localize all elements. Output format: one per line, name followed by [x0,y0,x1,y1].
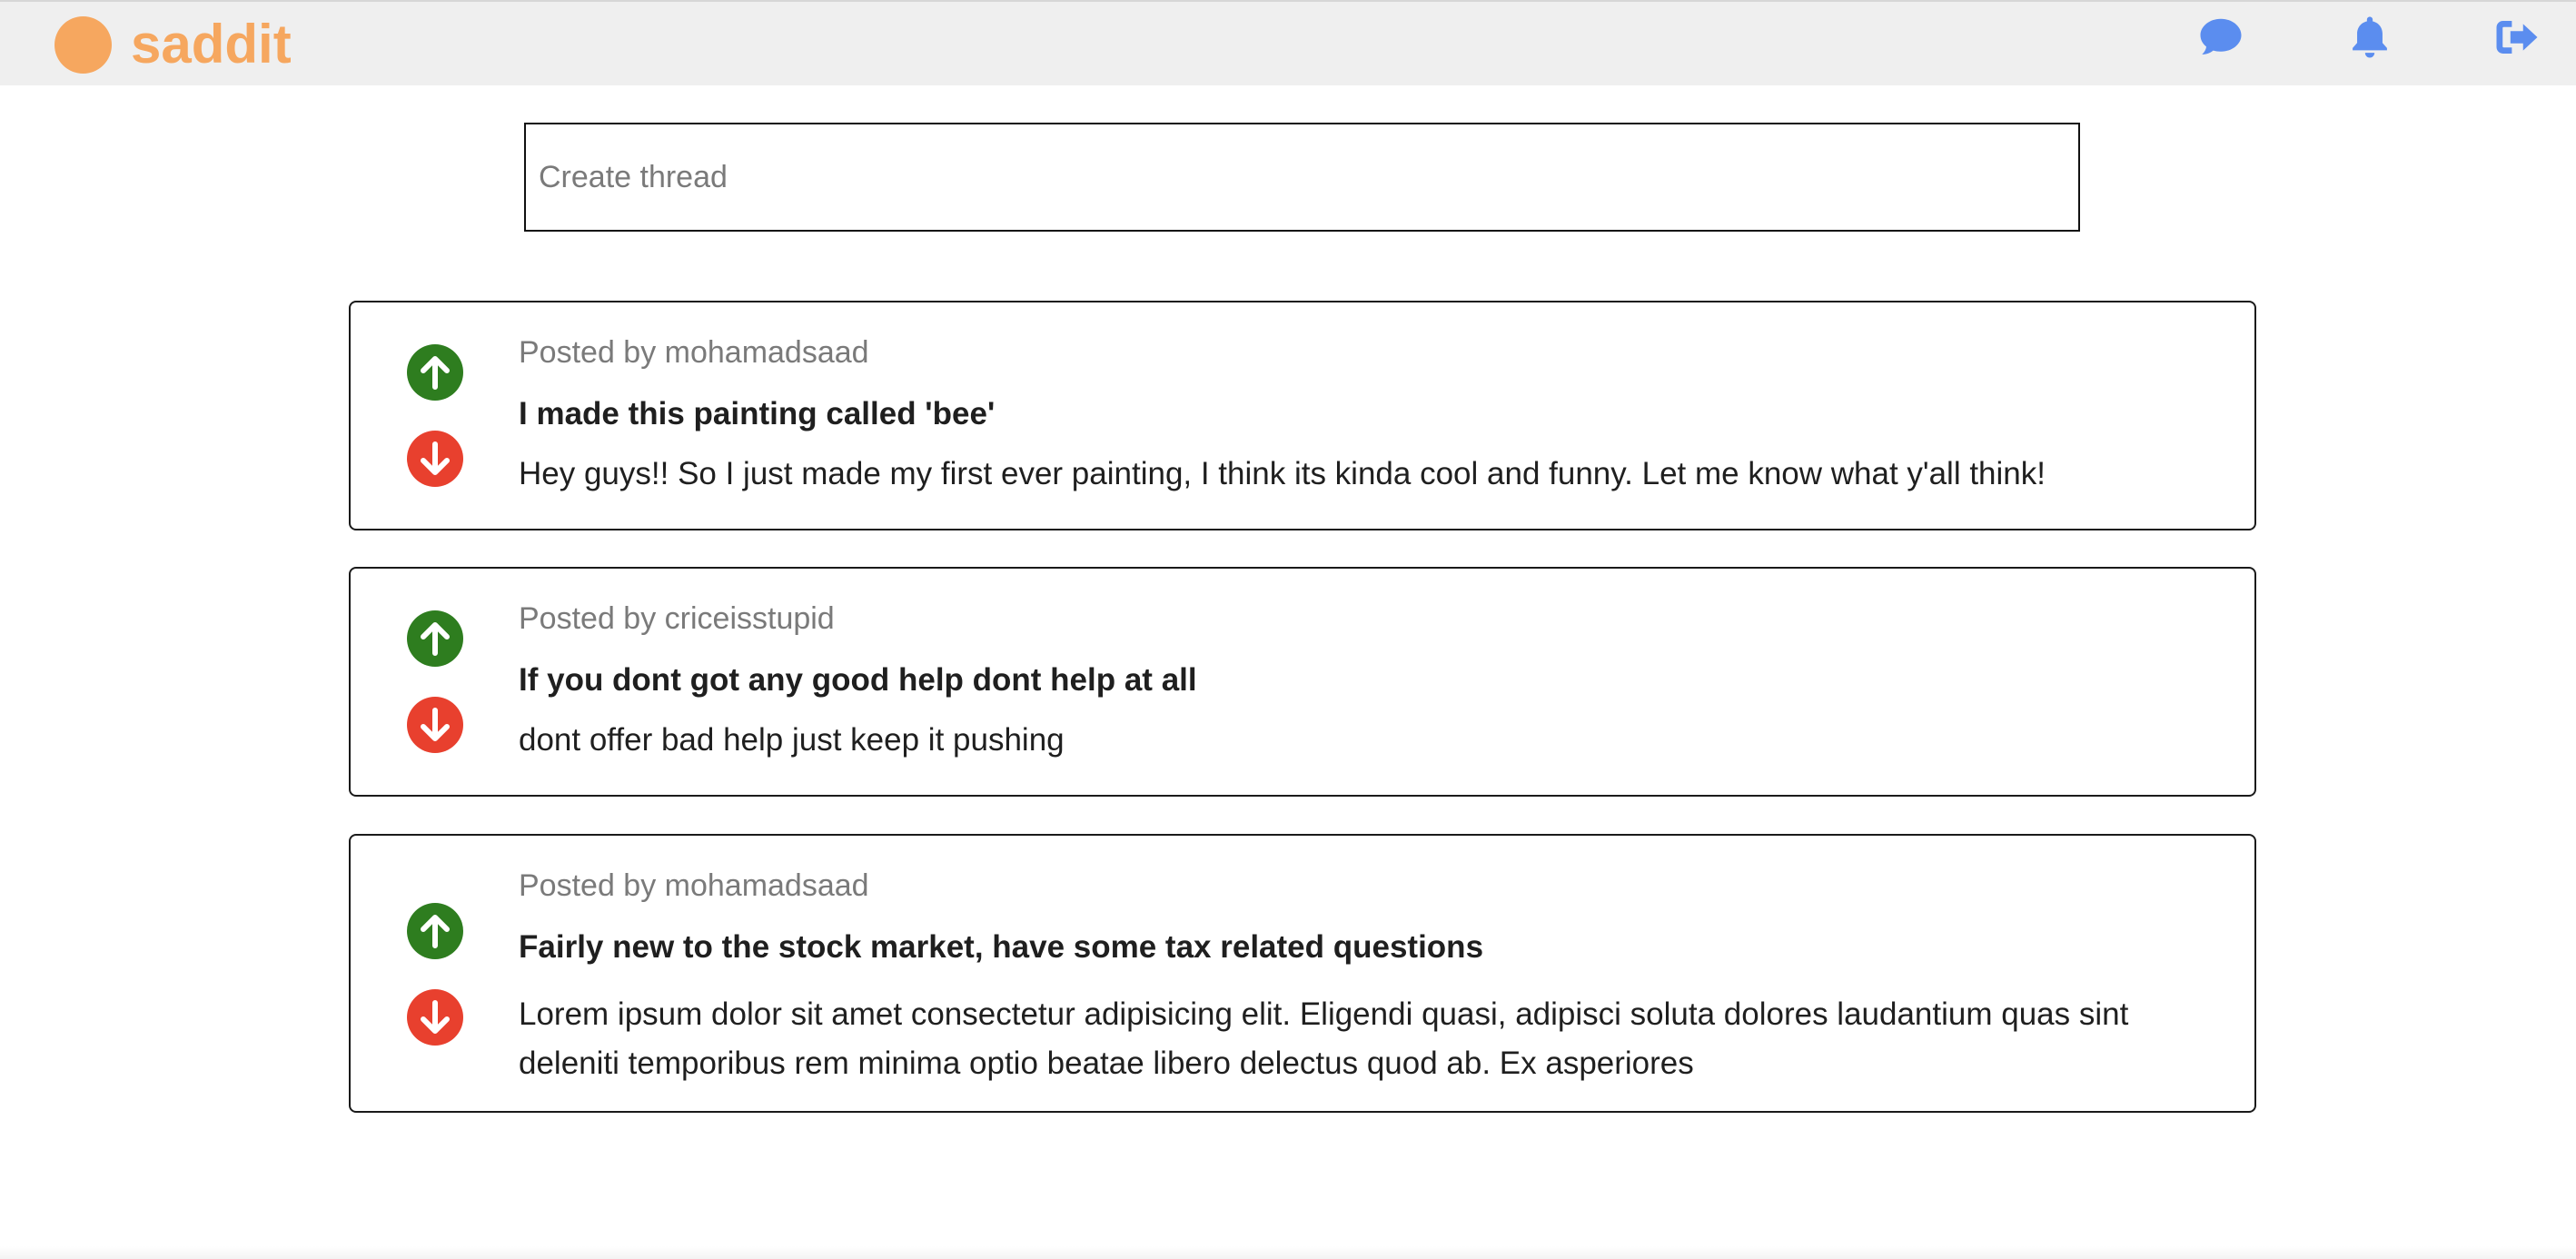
post-body: dont offer bad help just keep it pushing [519,722,1065,758]
notifications-button[interactable] [2345,13,2394,62]
brand-logo-link[interactable]: saddit [54,15,292,74]
arrow-up-circle-icon [407,344,463,401]
brand-logo-icon [54,15,112,74]
arrow-down-circle-icon [407,431,463,487]
post-body: Lorem ipsum dolor sit amet consectetur a… [519,996,2129,1081]
arrow-up-circle-icon [407,903,463,959]
downvote-button[interactable] [407,431,463,487]
arrow-down-circle-icon [407,697,463,753]
post-body: Hey guys!! So I just made my first ever … [519,456,2046,491]
brand-name: saddit [131,14,292,74]
arrow-up-circle-icon [407,610,463,667]
upvote-button[interactable] [407,903,463,959]
chat-button[interactable] [2196,13,2245,62]
create-thread-box [524,123,2080,232]
post-title[interactable]: I made this painting called 'bee' [519,396,995,432]
post-author: Posted by mohamadsaad [519,335,869,370]
upvote-button[interactable] [407,610,463,667]
post-title[interactable]: Fairly new to the stock market, have som… [519,929,1483,966]
post-author: Posted by mohamadsaad [519,868,869,903]
create-thread-input[interactable] [537,158,2067,196]
top-navbar: saddit [0,0,2576,85]
upvote-button[interactable] [407,344,463,401]
chat-icon [2200,18,2242,55]
arrow-down-circle-icon [407,989,463,1046]
post-card: Posted by criceisstupid If you dont got … [349,567,2256,797]
post-title[interactable]: If you dont got any good help dont help … [519,662,1197,699]
bell-icon [2353,16,2387,58]
downvote-button[interactable] [407,697,463,753]
downvote-button[interactable] [407,989,463,1046]
post-author: Posted by criceisstupid [519,601,835,636]
post-card: Posted by mohamadsaad I made this painti… [349,301,2256,530]
logout-button[interactable] [2492,13,2541,62]
page-bottom-edge [0,1246,2576,1259]
post-card: Posted by mohamadsaad Fairly new to the … [349,834,2256,1113]
logout-icon [2496,21,2538,54]
